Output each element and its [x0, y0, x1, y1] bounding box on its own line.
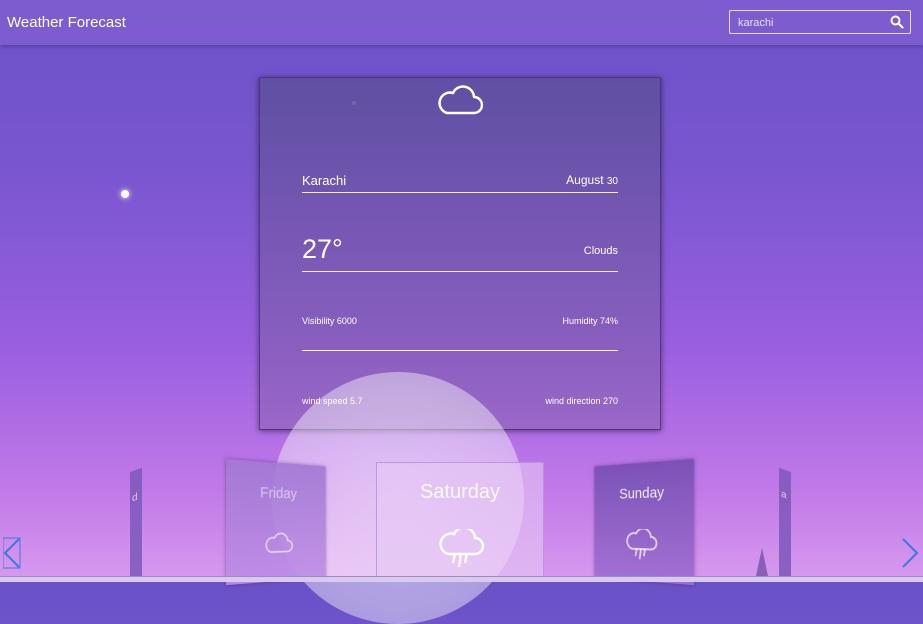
rain-icon — [439, 529, 484, 568]
search-input[interactable] — [736, 14, 890, 32]
temperature: 27° — [302, 234, 343, 264]
humidity: Humidity 74% — [562, 316, 618, 326]
forecast-card-sunday[interactable]: Sunday — [594, 458, 694, 586]
city-date-row: Karachi August 30 — [302, 171, 618, 193]
tree-silhouette — [756, 548, 768, 576]
day-label: Sunday — [619, 483, 665, 503]
day-label: Friday — [260, 484, 297, 503]
weather-condition: Clouds — [583, 245, 618, 257]
current-weather-card: Karachi August 30 27° Clouds Visibility … — [259, 77, 661, 430]
search-icon[interactable] — [890, 15, 904, 29]
wind-direction: wind direction 270 — [545, 396, 618, 406]
forecast-card-edge-right[interactable]: a — [779, 467, 791, 584]
visibility-humidity-row: Visibility 6000 Humidity 74% — [302, 314, 618, 351]
star-decoration — [121, 190, 129, 198]
date: August 30 — [566, 173, 618, 187]
day-label: Saturday — [419, 481, 501, 503]
visibility: Visibility 6000 — [302, 316, 357, 326]
temperature-row: 27° Clouds — [302, 230, 618, 272]
forecast-card-friday[interactable]: Friday — [226, 458, 326, 586]
previous-arrow-icon[interactable] — [3, 537, 21, 569]
cloud-icon — [265, 529, 293, 556]
next-arrow-icon[interactable] — [901, 537, 919, 569]
bottom-scrollbar[interactable] — [0, 576, 923, 582]
search-box[interactable] — [729, 10, 911, 34]
top-bar: Weather Forecast — [0, 0, 923, 45]
forecast-card-saturday[interactable]: Saturday — [376, 462, 544, 581]
forecast-card-edge-left[interactable]: d — [130, 467, 142, 584]
rain-icon — [625, 529, 657, 564]
cloud-icon — [438, 85, 483, 115]
app-title: Weather Forecast — [7, 14, 126, 31]
city-name: Karachi — [302, 173, 347, 188]
